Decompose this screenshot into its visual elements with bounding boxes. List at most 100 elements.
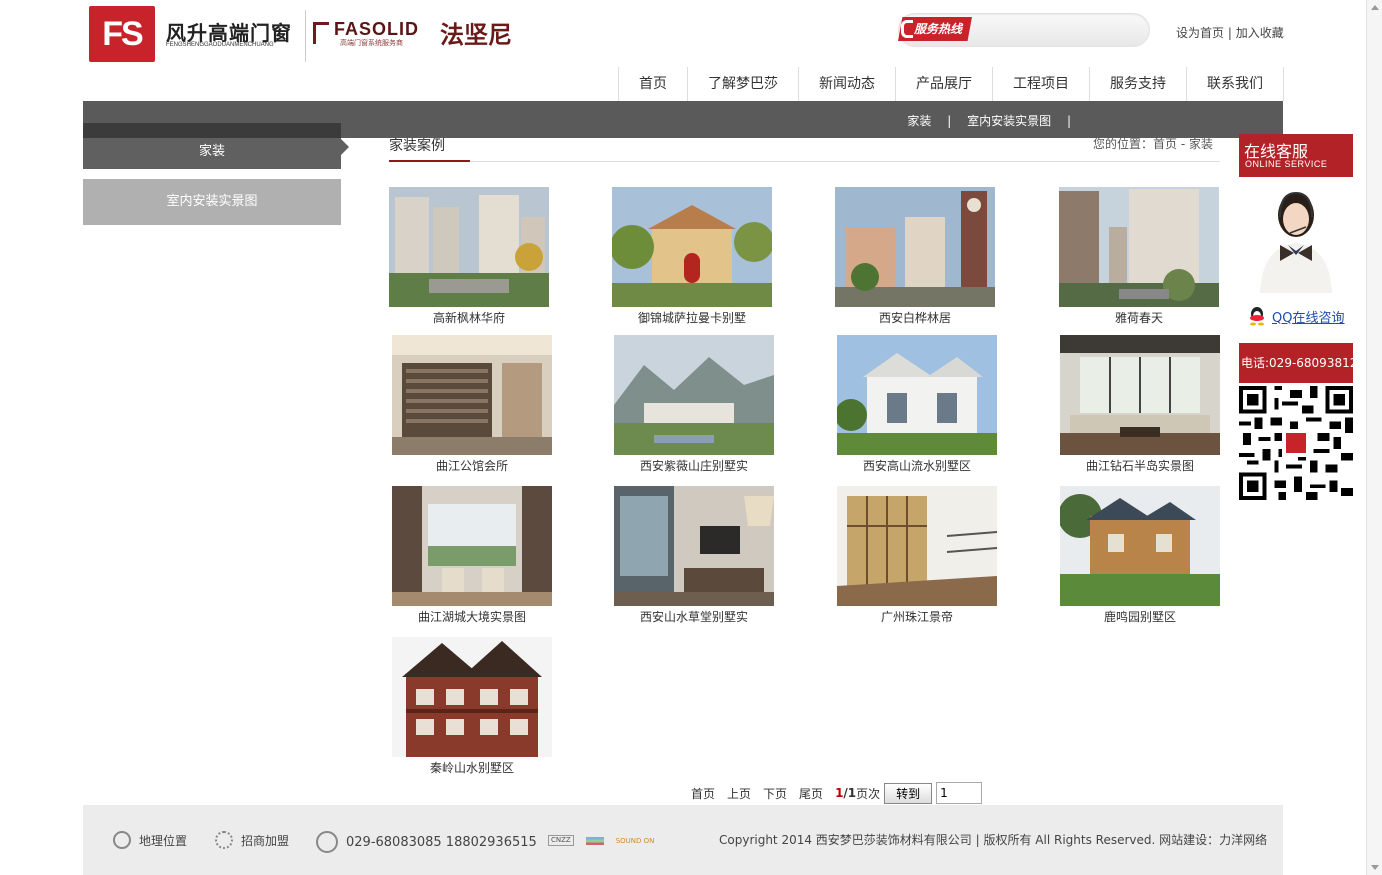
gallery-caption[interactable]: 西安紫薇山庄别墅实 — [604, 458, 784, 474]
gallery-item[interactable]: 秦岭山水别墅区 — [382, 637, 562, 776]
photo-apartments-icon[interactable] — [389, 187, 549, 307]
fasolid-logo-cn: 法坚尼 — [440, 21, 512, 49]
gallery-item[interactable]: 曲江湖城大境实景图 — [382, 486, 562, 625]
breadcrumb: 您的位置：首页 - 家装 — [1093, 137, 1213, 151]
nav-item-about[interactable]: 了解梦巴莎 — [687, 67, 798, 101]
pager-prev[interactable]: 上页 — [727, 785, 751, 802]
online-service-header: 在线客服 ONLINE SERVICE — [1239, 134, 1353, 177]
pager-first[interactable]: 首页 — [691, 785, 715, 802]
qr-code-icon — [1239, 386, 1353, 500]
photo-lounge-icon[interactable] — [614, 486, 774, 606]
logo-divider — [305, 10, 306, 62]
globe-icon — [113, 831, 131, 849]
gallery-item[interactable]: 曲江公馆会所 — [382, 335, 562, 474]
phone-icon — [901, 20, 913, 38]
brand-logo-mark[interactable]: FS — [89, 6, 155, 62]
gallery-item[interactable]: 西安山水草堂别墅实 — [604, 486, 784, 625]
qq-penguin-icon — [1250, 307, 1264, 326]
nav-item-products[interactable]: 产品展厅 — [895, 67, 992, 101]
sound-badge[interactable]: SOUND ON — [616, 837, 655, 845]
title-underline — [389, 160, 470, 162]
nav-item-projects[interactable]: 工程项目 — [992, 67, 1089, 101]
nav-item-news[interactable]: 新闻动态 — [798, 67, 895, 101]
sidebar-item-indoor-photos[interactable]: 室内安装实景图 — [83, 179, 341, 225]
set-homepage-link[interactable]: 设为首页 — [1176, 26, 1224, 40]
photo-interior-icon[interactable] — [392, 486, 552, 606]
logo-mark-text: FS — [102, 15, 143, 53]
gallery-item[interactable]: 西安白桦林居 — [825, 187, 1005, 326]
footer-franchise-label: 招商加盟 — [241, 833, 290, 848]
pager-current: 1 — [835, 786, 844, 800]
gallery-caption[interactable]: 曲江公馆会所 — [382, 458, 562, 474]
gallery-item[interactable]: 雅荷春天 — [1049, 187, 1229, 326]
footer-franchise-link[interactable]: 招商加盟 — [215, 831, 289, 849]
gallery-caption[interactable]: 高新枫林华府 — [379, 310, 559, 326]
service-phone: 电话:029-68093812 — [1239, 343, 1357, 383]
footer-geo-label: 地理位置 — [139, 833, 188, 848]
gallery-caption[interactable]: 曲江湖城大境实景图 — [382, 609, 562, 625]
gallery-item[interactable]: 曲江钻石半岛实景图 — [1050, 335, 1230, 474]
footer-phones-text: 029-68083085 18802936515 — [346, 834, 537, 850]
gallery-caption[interactable]: 御锦城萨拉曼卡别墅 — [602, 310, 782, 326]
flag-icon — [585, 836, 604, 845]
footer-geo-link[interactable]: 地理位置 — [113, 831, 187, 849]
photo-garden-villa-icon[interactable] — [1060, 486, 1220, 606]
subbar-separator: | — [947, 114, 952, 128]
title-divider — [470, 161, 1220, 162]
qq-consult-link[interactable]: QQ在线咨询 — [1248, 306, 1344, 326]
fasolid-mark-icon — [313, 22, 329, 44]
qq-consult-label: QQ在线咨询 — [1272, 310, 1345, 326]
photo-whitevilla-icon[interactable] — [837, 335, 997, 455]
gallery-item[interactable]: 西安紫薇山庄别墅实 — [604, 335, 784, 474]
photo-brick-villa-icon[interactable] — [392, 637, 552, 757]
atom-icon — [215, 831, 233, 849]
gallery-caption[interactable]: 西安白桦林居 — [825, 310, 1005, 326]
cnzz-badge[interactable]: CNZZ — [548, 835, 574, 846]
photo-clubhouse-icon[interactable] — [392, 335, 552, 455]
goto-page-input[interactable] — [936, 782, 983, 804]
gallery-caption[interactable]: 广州珠江景帝 — [827, 609, 1007, 625]
vertical-scrollbar[interactable] — [1366, 0, 1382, 875]
photo-clocktower-icon[interactable] — [835, 187, 995, 307]
goto-button[interactable]: 转到 — [884, 782, 933, 804]
photo-balcony-icon[interactable] — [837, 486, 997, 606]
main-nav: 首页 了解梦巴莎 新闻动态 产品展厅 工程项目 服务支持 联系我们 — [618, 67, 1284, 101]
brand-pinyin: FENGSHENGGAODUANMENCHUANG — [166, 42, 274, 48]
gallery-caption[interactable]: 鹿鸣园别墅区 — [1050, 609, 1230, 625]
gallery-caption[interactable]: 西安山水草堂别墅实 — [604, 609, 784, 625]
link-separator: | — [1227, 26, 1232, 40]
stat-badges: CNZZ SOUND ON — [548, 835, 654, 846]
phone-circle-icon — [316, 831, 338, 853]
pager-next[interactable]: 下页 — [763, 785, 787, 802]
photo-mountain-icon[interactable] — [614, 335, 774, 455]
gallery-caption[interactable]: 雅荷春天 — [1049, 310, 1229, 326]
photo-livingroom-icon[interactable] — [1060, 335, 1220, 455]
nav-item-home[interactable]: 首页 — [618, 67, 687, 101]
nav-item-support[interactable]: 服务支持 — [1089, 67, 1186, 101]
gallery-caption[interactable]: 曲江钻石半岛实景图 — [1050, 458, 1230, 474]
copyright: Copyright 2014 西安梦巴莎装饰材料有限公司 | 版权所有 All … — [719, 833, 1268, 847]
photo-villa-icon[interactable] — [612, 187, 772, 307]
gallery-item[interactable]: 广州珠江景帝 — [827, 486, 1007, 625]
sidebar-item-home-deco[interactable]: 家装 — [83, 123, 341, 169]
photo-highrise-icon[interactable] — [1059, 187, 1219, 307]
top-links: 设为首页 | 加入收藏 — [1176, 24, 1284, 41]
subbar-link-indoor-photos[interactable]: 室内安装实景图 — [967, 114, 1051, 128]
scroll-down-arrow-icon[interactable] — [1371, 865, 1379, 870]
gallery-item[interactable]: 鹿鸣园别墅区 — [1050, 486, 1230, 625]
nav-item-contact[interactable]: 联系我们 — [1186, 67, 1284, 101]
sidebar-active-arrow-icon — [341, 139, 349, 155]
gallery-item[interactable]: 高新枫林华府 — [379, 187, 559, 326]
gallery-item[interactable]: 御锦城萨拉曼卡别墅 — [602, 187, 782, 326]
add-favorite-link[interactable]: 加入收藏 — [1236, 26, 1284, 40]
pager-total: /1 — [843, 786, 857, 800]
subbar-link-home-deco[interactable]: 家装 — [907, 114, 931, 128]
gallery-caption[interactable]: 秦岭山水别墅区 — [382, 760, 562, 776]
gallery-caption[interactable]: 西安高山流水别墅区 — [827, 458, 1007, 474]
scroll-up-arrow-icon[interactable] — [1371, 5, 1379, 10]
pager-last[interactable]: 尾页 — [799, 785, 823, 802]
footer: 地理位置 招商加盟 029-68083085 18802936515 CNZZ … — [83, 805, 1283, 875]
pager-suffix: 页次 — [856, 786, 881, 801]
gallery-item[interactable]: 西安高山流水别墅区 — [827, 335, 1007, 474]
fasolid-tagline: 高端门窗系统服务商 — [340, 39, 403, 47]
